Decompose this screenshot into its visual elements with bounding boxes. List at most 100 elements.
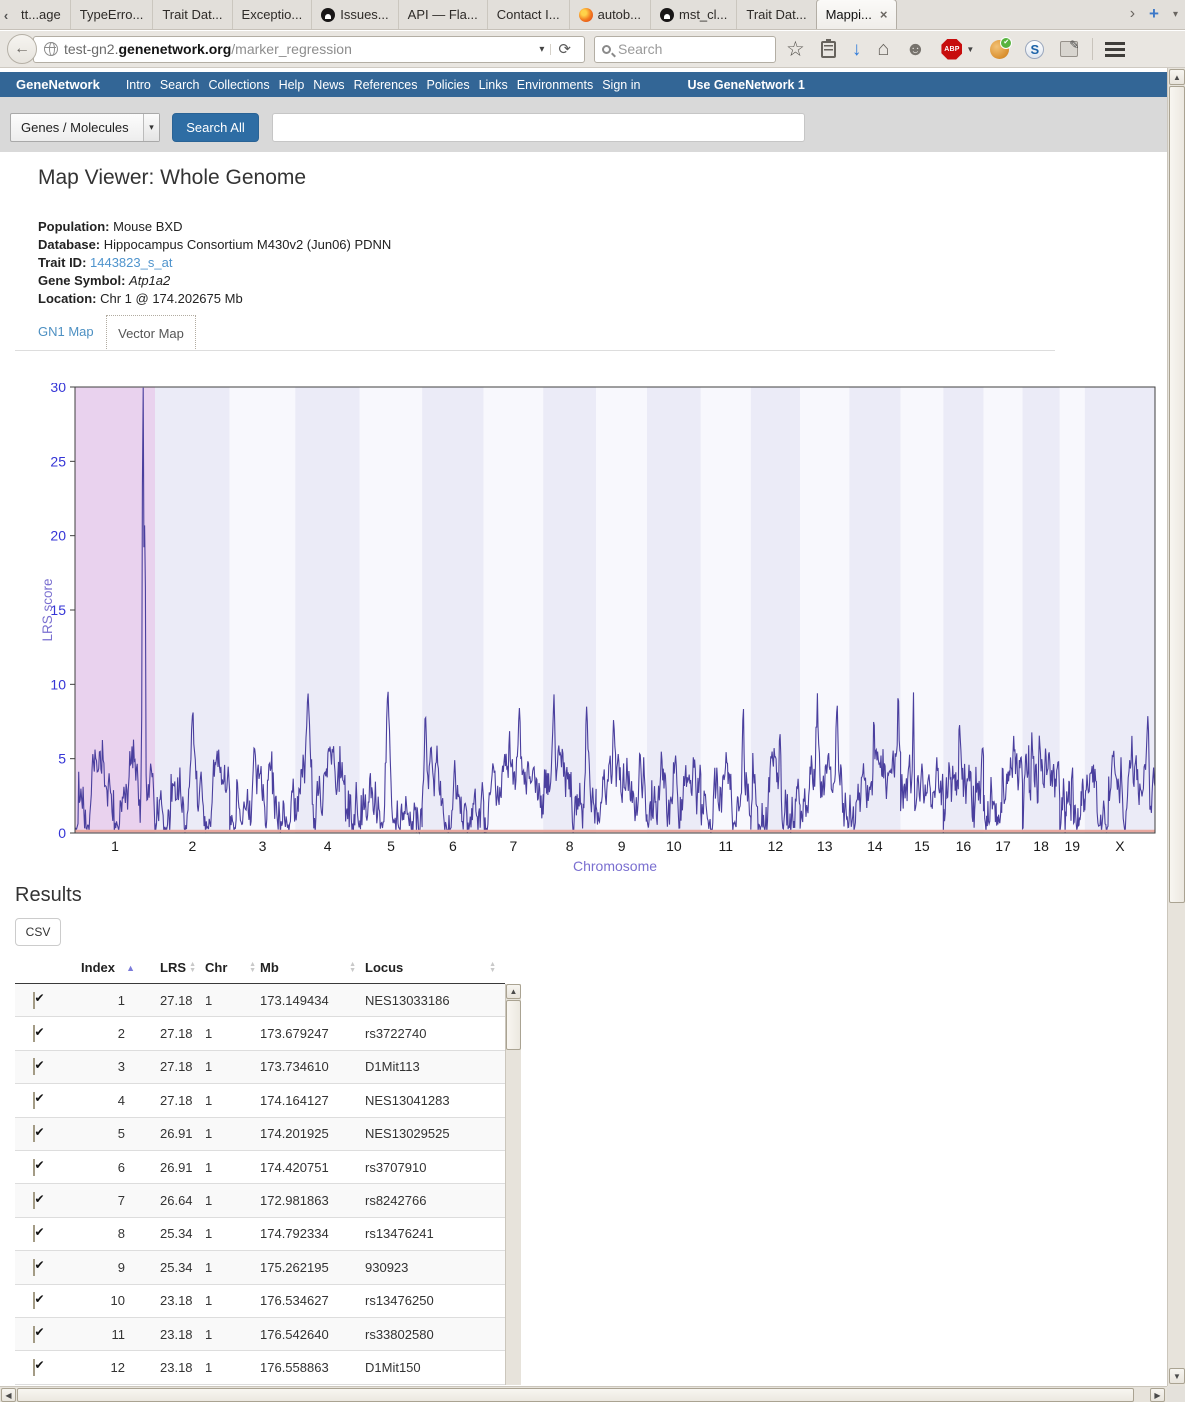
bookmarks-list-icon[interactable] xyxy=(821,41,836,58)
browser-tab[interactable]: tt...age xyxy=(12,0,70,29)
x-tick-label-chr3: 3 xyxy=(259,838,267,854)
nav-item-news[interactable]: News xyxy=(313,78,344,92)
column-header-lrs[interactable]: LRS▲▼ xyxy=(135,960,200,975)
column-header-mb[interactable]: Mb▲▼ xyxy=(260,960,360,975)
reload-icon[interactable]: ⟳ xyxy=(551,40,578,58)
search-all-button[interactable]: Search All xyxy=(172,113,259,142)
browser-tab[interactable]: Contact I... xyxy=(487,0,569,29)
nav-item-references[interactable]: References xyxy=(354,78,418,92)
cell-c6: NES13029525 xyxy=(360,1126,500,1141)
tab-list-dropdown-icon[interactable]: ▾ xyxy=(1173,9,1178,20)
row-checkbox[interactable] xyxy=(33,1292,35,1309)
table-scrollbar-thumb[interactable] xyxy=(506,1000,521,1050)
row-checkbox[interactable] xyxy=(33,992,35,1009)
browser-tab[interactable]: TypeErro... xyxy=(70,0,153,29)
row-checkbox[interactable] xyxy=(33,1092,35,1109)
cell-c6: rs8242766 xyxy=(360,1193,500,1208)
menu-hamburger-icon[interactable] xyxy=(1105,42,1125,57)
brand-genenetwork[interactable]: GeneNetwork xyxy=(16,77,100,92)
browser-tab[interactable]: Mappi...× xyxy=(816,0,898,29)
cell-c2: 5 xyxy=(60,1126,135,1141)
notes-edit-icon[interactable] xyxy=(1060,41,1078,57)
site-navbar: GeneNetwork Intro Search Collections Help Ne… xyxy=(0,72,1167,97)
browser-tab[interactable]: autob... xyxy=(569,0,650,29)
firefox-favicon-icon xyxy=(579,8,593,22)
cell-c5: 174.420751 xyxy=(260,1160,360,1175)
cell-c2: 1 xyxy=(60,993,135,1008)
page-scrollbar-thumb[interactable] xyxy=(1169,86,1185,903)
nav-item-intro[interactable]: Intro xyxy=(126,78,151,92)
x-tick-label-chr7: 7 xyxy=(510,838,518,854)
tab-scroll-right-icon[interactable]: › xyxy=(1130,5,1135,23)
csv-button[interactable]: CSV xyxy=(15,918,61,946)
page-hscrollbar-thumb[interactable] xyxy=(17,1388,1134,1402)
row-checkbox[interactable] xyxy=(33,1259,35,1276)
browser-tab[interactable]: mst_cl... xyxy=(650,0,736,29)
browser-tab[interactable]: API — Fla... xyxy=(398,0,487,29)
page-title: Map Viewer: Whole Genome xyxy=(38,166,306,190)
back-button[interactable]: ← xyxy=(7,34,37,64)
nav-item-policies[interactable]: Policies xyxy=(427,78,470,92)
nav-item-collections[interactable]: Collections xyxy=(208,78,269,92)
y-tick-label: 0 xyxy=(58,825,66,841)
tab-gn1-map[interactable]: GN1 Map xyxy=(38,324,94,339)
row-checkbox[interactable] xyxy=(33,1125,35,1142)
x-tick-label-chr10: 10 xyxy=(666,838,682,854)
browser-tab[interactable]: Trait Dat... xyxy=(736,0,815,29)
nav-item-links[interactable]: Links xyxy=(479,78,508,92)
detail-value: Chr 1 @ 174.202675 Mb xyxy=(100,291,243,306)
cookie-extension-icon[interactable] xyxy=(990,40,1009,59)
table-row: 1123.181176.542640rs33802580 xyxy=(15,1318,505,1351)
cell-c3: 26.64 xyxy=(135,1193,200,1208)
global-search-input[interactable] xyxy=(272,113,805,142)
row-checkbox[interactable] xyxy=(33,1225,35,1242)
adblock-plus-icon[interactable]: ABP xyxy=(941,39,962,60)
x-tick-label-chr16: 16 xyxy=(956,838,972,854)
search-category-select[interactable]: Genes / Molecules ▾ xyxy=(10,113,160,142)
table-scrollbar-up-icon[interactable]: ▲ xyxy=(506,984,521,999)
browser-tab[interactable]: Trait Dat... xyxy=(152,0,231,29)
x-axis-title: Chromosome xyxy=(573,858,657,874)
page-scrollbar-up-icon[interactable]: ▲ xyxy=(1169,69,1185,85)
page-scrollbar-down-icon[interactable]: ▼ xyxy=(1169,1368,1185,1384)
row-checkbox[interactable] xyxy=(33,1192,35,1209)
cell-c5: 174.792334 xyxy=(260,1226,360,1241)
row-checkbox[interactable] xyxy=(33,1025,35,1042)
downloads-icon[interactable]: ↓ xyxy=(852,40,862,59)
page-hscrollbar-left-icon[interactable]: ◀ xyxy=(1,1388,16,1402)
nav-item-environments[interactable]: Environments xyxy=(517,78,593,92)
row-checkbox[interactable] xyxy=(33,1359,35,1376)
trait-id-link[interactable]: 1443823_s_at xyxy=(90,255,172,270)
tab-scroll-left-icon[interactable]: ‹ xyxy=(0,1,12,29)
browser-tab[interactable]: Issues... xyxy=(311,0,397,29)
row-checkbox[interactable] xyxy=(33,1326,35,1343)
tab-vector-map[interactable]: Vector Map xyxy=(106,315,196,351)
table-scrollbar-track[interactable]: ▲ xyxy=(505,984,521,1385)
column-header-locus[interactable]: Locus▲▼ xyxy=(360,960,500,975)
url-bar[interactable]: test-gn2.genenetwork.org/marker_regressi… xyxy=(33,36,585,63)
adblock-dropdown-icon[interactable]: ▼ xyxy=(966,45,974,54)
bookmark-star-icon[interactable]: ☆ xyxy=(786,39,805,60)
nav-item-search[interactable]: Search xyxy=(160,78,200,92)
home-icon[interactable]: ⌂ xyxy=(877,39,889,59)
close-tab-icon[interactable]: × xyxy=(880,7,888,22)
use-genenetwork1-link[interactable]: Use GeneNetwork 1 xyxy=(687,78,804,92)
row-checkbox[interactable] xyxy=(33,1159,35,1176)
nav-item-sign-in[interactable]: Sign in xyxy=(602,78,640,92)
nav-item-help[interactable]: Help xyxy=(279,78,305,92)
row-checkbox[interactable] xyxy=(33,1058,35,1075)
browser-search-box[interactable]: Search xyxy=(594,36,776,63)
page-scrollbar-track[interactable]: ▲ ▼ xyxy=(1167,68,1185,1386)
s-extension-icon[interactable]: S xyxy=(1025,40,1044,59)
page-hscrollbar-track[interactable]: ◀ ▶ xyxy=(0,1386,1167,1402)
feedback-smiley-icon[interactable]: ☻ xyxy=(905,40,925,59)
column-header-index[interactable]: Index▲ xyxy=(60,960,135,975)
x-tick-label-chrX: X xyxy=(1115,838,1125,854)
browser-tab[interactable]: Exceptio... xyxy=(232,0,312,29)
new-tab-button[interactable]: + xyxy=(1149,4,1159,24)
cell-c4: 1 xyxy=(200,1260,260,1275)
chrom-band-19 xyxy=(1060,387,1085,833)
page-hscrollbar-right-icon[interactable]: ▶ xyxy=(1150,1388,1165,1402)
url-dropdown-icon[interactable]: ▾ xyxy=(533,44,551,55)
column-header-chr[interactable]: Chr▲▼ xyxy=(200,960,260,975)
